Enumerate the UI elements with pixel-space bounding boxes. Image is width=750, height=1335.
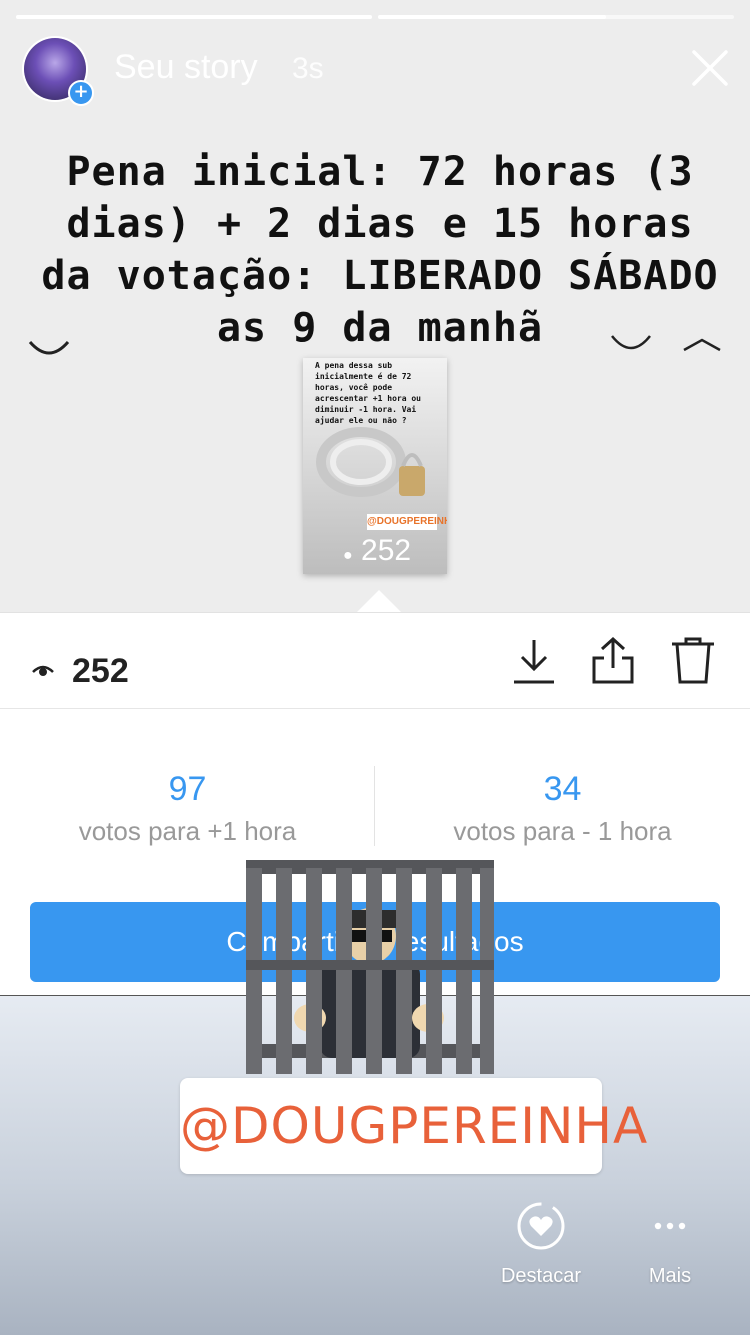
story-progress-1-fill (16, 15, 372, 19)
device-image (316, 427, 425, 497)
thumbnail-views-count: 252 (361, 534, 412, 567)
story-timestamp: 3s (292, 52, 324, 85)
views-count: 252 (72, 652, 129, 690)
poll-right-label: votos para - 1 hora (453, 816, 672, 846)
highlight-label: Destacar (500, 1265, 582, 1287)
poll-results: 97 votos para +1 hora 34 votos para - 1 … (0, 760, 750, 850)
highlight-button[interactable]: Destacar (481, 1200, 601, 1288)
story-thumbnail[interactable]: A pena dessa sub inicialmente é de 72 ho… (303, 358, 447, 574)
close-icon[interactable] (688, 46, 732, 90)
poll-left-label: votos para +1 hora (78, 816, 297, 846)
more-button[interactable]: Mais (610, 1200, 730, 1288)
story-progress-1 (16, 15, 372, 19)
jail-sticker[interactable] (238, 858, 502, 1080)
poll-left-count: 97 (168, 770, 207, 808)
poll-right-count: 34 (543, 770, 582, 808)
trash-icon[interactable] (670, 636, 716, 686)
download-icon[interactable] (512, 638, 556, 686)
scribble-mark (611, 335, 651, 350)
thumbnail-views: ● 252 (343, 534, 411, 568)
viewers-row[interactable]: 252 (0, 612, 750, 709)
story-progress-2-fill (378, 15, 606, 19)
add-story-plus-icon[interactable]: + (68, 80, 94, 106)
scribble-mark (28, 340, 70, 355)
eye-icon: ● (343, 547, 353, 564)
more-label: Mais (648, 1265, 692, 1287)
scribble-mark (683, 338, 721, 352)
heart-circle-icon (517, 1202, 565, 1250)
selection-caret (357, 590, 401, 612)
thumbnail-handle: @DOUGPEREINHA (367, 514, 447, 530)
share-icon[interactable] (590, 636, 636, 686)
story-progress-2 (378, 15, 734, 19)
story-text: Pena inicial: 72 horas (3 dias) + 2 dias… (41, 149, 719, 351)
more-dots-icon (654, 1222, 686, 1230)
handle-sticker[interactable]: @DOUGPEREINHA (180, 1078, 647, 1174)
eye-icon (32, 665, 54, 676)
story-title: Seu story (114, 48, 258, 86)
